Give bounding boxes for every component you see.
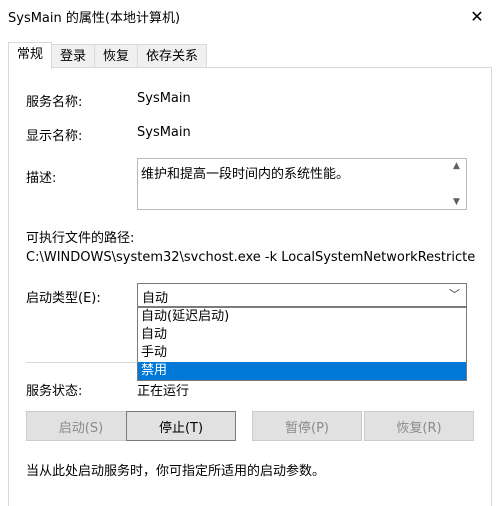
tab-dependencies[interactable]: 依存关系 — [137, 44, 208, 68]
description-box[interactable]: 维护和提高一段时间内的系统性能。 ▲ ▼ — [137, 158, 467, 210]
chevron-down-icon[interactable]: ﹀ — [449, 286, 460, 302]
service-status-label: 服务状态: — [26, 384, 83, 399]
startup-type-label: 启动类型(E): — [26, 291, 101, 306]
startup-type-value: 自动 — [142, 291, 169, 306]
exe-path-label: 可执行文件的路径: — [26, 231, 135, 246]
option-disabled[interactable]: 禁用 — [138, 362, 466, 380]
tab-logon[interactable]: 登录 — [51, 44, 96, 68]
display-name-value: SysMain — [137, 125, 191, 140]
close-icon[interactable]: ✕ — [454, 0, 500, 32]
display-name-label: 显示名称: — [26, 129, 83, 144]
scroll-up-icon[interactable]: ▲ — [453, 161, 460, 171]
description-scrollbar[interactable]: ▲ ▼ — [450, 159, 466, 209]
stop-button[interactable]: 停止(T) — [126, 411, 236, 441]
scroll-down-icon[interactable]: ▼ — [453, 197, 460, 207]
startup-type-dropdown: 自动(延迟启动) 自动 手动 禁用 — [137, 307, 467, 381]
tab-general[interactable]: 常规 — [8, 42, 53, 69]
exe-path-value: C:\WINDOWS\system32\svchost.exe -k Local… — [26, 250, 476, 265]
description-text: 维护和提高一段时间内的系统性能。 — [141, 167, 350, 182]
option-auto[interactable]: 自动 — [138, 326, 466, 344]
tab-strip: 常规 登录 恢复 依存关系 — [8, 42, 208, 69]
option-manual[interactable]: 手动 — [138, 344, 466, 362]
start-button[interactable]: 启动(S) — [26, 411, 136, 441]
service-name-label: 服务名称: — [26, 95, 83, 110]
service-status-value: 正在运行 — [137, 384, 190, 399]
pause-button[interactable]: 暂停(P) — [252, 411, 362, 441]
description-label: 描述: — [26, 171, 57, 186]
title-bar: SysMain 的属性(本地计算机) ✕ — [0, 0, 500, 32]
option-auto-delayed[interactable]: 自动(延迟启动) — [138, 308, 466, 326]
resume-button[interactable]: 恢复(R) — [364, 411, 474, 441]
window-title: SysMain 的属性(本地计算机) — [8, 11, 181, 26]
startup-type-select[interactable]: 自动 ﹀ — [137, 283, 467, 307]
tab-recovery[interactable]: 恢复 — [94, 44, 139, 68]
service-name-value: SysMain — [137, 91, 191, 106]
startup-params-hint: 当从此处启动服务时，你可指定所适用的启动参数。 — [26, 464, 326, 479]
